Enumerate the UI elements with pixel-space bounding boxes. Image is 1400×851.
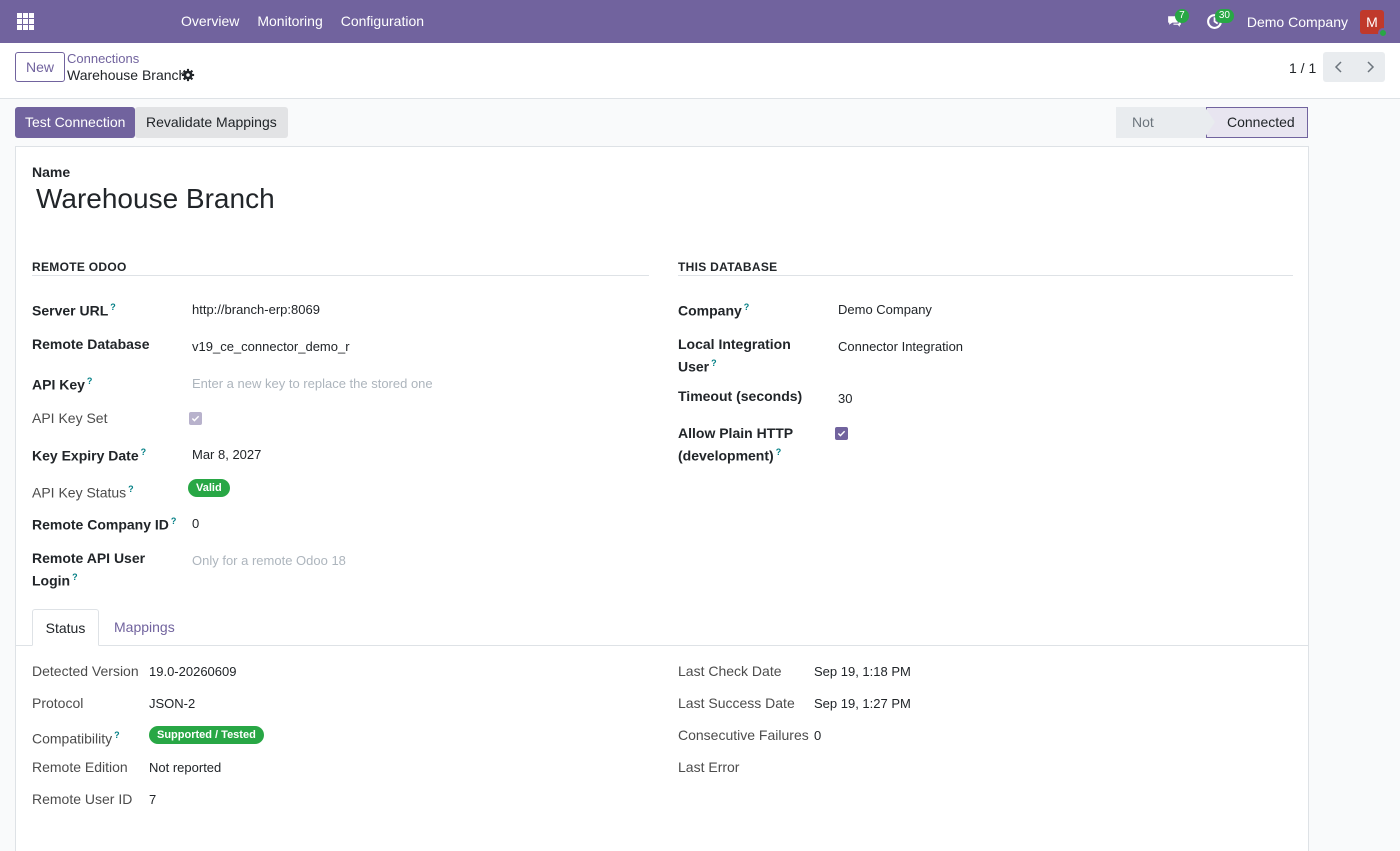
remote-edition-label: Remote Edition	[32, 759, 128, 775]
notebook-tabs-divider	[16, 645, 1308, 646]
pager-next-button[interactable]	[1354, 52, 1385, 82]
pager-value[interactable]: 1 / 1	[1289, 60, 1316, 76]
breadcrumb-connections[interactable]: Connections	[67, 51, 139, 66]
allow-plain-http-label: Allow Plain HTTP (development)?	[678, 425, 794, 464]
presence-indicator	[1378, 27, 1388, 38]
local-integration-user-label: Local Integration User?	[678, 336, 791, 375]
key-expiry-date-field[interactable]: Mar 8, 2027	[192, 445, 261, 464]
check-icon	[191, 415, 200, 422]
remote-user-id-value: 7	[149, 792, 157, 807]
company-field[interactable]: Demo Company	[838, 300, 932, 319]
this-database-section-title: THIS DATABASE	[678, 260, 778, 274]
breadcrumb-current-record: Warehouse Branch	[67, 67, 187, 83]
api-key-input[interactable]: Enter a new key to replace the stored on…	[192, 374, 433, 393]
remote-database-field[interactable]: v19_ce_connector_demo_r	[192, 337, 350, 356]
last-error-label: Last Error	[678, 759, 740, 775]
allow-plain-http-checkbox[interactable]	[835, 427, 848, 440]
name-field[interactable]: Warehouse Branch	[36, 183, 275, 215]
test-connection-button[interactable]: Test Connection	[15, 107, 136, 138]
form-sheet: Name Warehouse Branch REMOTE ODOO Server…	[15, 146, 1309, 851]
consecutive-failures-value: 0	[814, 728, 822, 743]
remote-company-id-field[interactable]: 0	[192, 514, 199, 533]
activities-button[interactable]: 30	[1195, 0, 1235, 43]
help-tooltip-icon[interactable]: ?	[141, 447, 147, 457]
api-key-status-badge: Valid	[188, 479, 230, 497]
top-navbar: Overview Monitoring Configuration 7 30 D…	[0, 0, 1400, 43]
name-label: Name	[32, 164, 71, 180]
menu-overview[interactable]: Overview	[172, 0, 248, 43]
consecutive-failures-label: Consecutive Failures	[678, 727, 809, 743]
app-menu-icon[interactable]	[17, 13, 34, 30]
remote-company-id-label: Remote Company ID?	[32, 516, 177, 533]
key-expiry-date-label: Key Expiry Date?	[32, 447, 147, 464]
help-tooltip-icon[interactable]: ?	[171, 516, 177, 526]
company-label: Company?	[678, 302, 750, 319]
timeout-field[interactable]: 30	[838, 389, 852, 408]
timeout-label: Timeout (seconds)	[678, 388, 803, 404]
help-tooltip-icon[interactable]: ?	[744, 302, 750, 312]
chevron-right-icon	[1366, 61, 1374, 73]
help-tooltip-icon[interactable]: ?	[776, 447, 782, 457]
last-success-date-value: Sep 19, 1:27 PM	[814, 696, 911, 711]
last-check-date-label: Last Check Date	[678, 663, 782, 679]
menu-configuration[interactable]: Configuration	[332, 0, 433, 43]
help-tooltip-icon[interactable]: ?	[110, 302, 116, 312]
new-button[interactable]: New	[15, 52, 66, 82]
compatibility-badge: Supported / Tested	[149, 726, 264, 744]
gear-icon[interactable]	[181, 68, 195, 82]
protocol-value: JSON-2	[149, 696, 196, 711]
last-success-date-label: Last Success Date	[678, 695, 795, 711]
stage-arrow-divider	[1205, 107, 1215, 137]
api-key-label: API Key?	[32, 376, 93, 393]
api-key-set-label: API Key Set	[32, 410, 108, 426]
revalidate-mappings-button[interactable]: Revalidate Mappings	[135, 107, 288, 138]
main-menu: Overview Monitoring Configuration	[172, 0, 433, 43]
menu-monitoring[interactable]: Monitoring	[248, 0, 331, 43]
api-key-status-label: API Key Status?	[32, 484, 134, 501]
activities-count-badge: 30	[1214, 9, 1234, 23]
help-tooltip-icon[interactable]: ?	[114, 730, 120, 740]
help-tooltip-icon[interactable]: ?	[87, 376, 93, 386]
stage-not-tested[interactable]: Not Tested	[1116, 107, 1206, 161]
company-switcher[interactable]: Demo Company	[1247, 14, 1348, 30]
help-tooltip-icon[interactable]: ?	[72, 572, 78, 582]
systray: 7 30 Demo Company M	[1155, 0, 1400, 43]
tab-status[interactable]: Status	[32, 609, 99, 646]
remote-odoo-section-title: REMOTE ODOO	[32, 260, 127, 274]
protocol-label: Protocol	[32, 695, 84, 711]
remote-database-label: Remote Database	[32, 336, 150, 352]
check-icon	[837, 430, 846, 437]
chevron-left-icon	[1334, 61, 1342, 73]
user-avatar[interactable]: M	[1360, 9, 1388, 38]
detected-version-label: Detected Version	[32, 663, 139, 679]
detected-version-value: 19.0-20260609	[149, 664, 237, 679]
compatibility-label: Compatibility?	[32, 730, 120, 747]
local-section-divider	[678, 275, 1293, 276]
remote-edition-value: Not reported	[149, 760, 222, 775]
control-panel: New Connections Warehouse Branch 1 / 1	[0, 43, 1400, 99]
stage-connected[interactable]: Connected	[1206, 107, 1308, 138]
server-url-label: Server URL?	[32, 302, 116, 319]
remote-api-user-login-label: Remote API User Login?	[32, 550, 146, 589]
remote-section-divider	[32, 275, 649, 276]
avatar-letter: M	[1366, 13, 1378, 30]
pager-previous-button[interactable]	[1323, 52, 1354, 82]
api-key-set-checkbox	[189, 412, 202, 425]
messages-count-badge: 7	[1174, 9, 1189, 23]
remote-user-id-label: Remote User ID	[32, 791, 133, 807]
help-tooltip-icon[interactable]: ?	[128, 484, 134, 494]
server-url-field[interactable]: http://branch-erp:8069	[192, 300, 320, 319]
local-integration-user-field[interactable]: Connector Integration	[838, 337, 963, 356]
last-check-date-value: Sep 19, 1:18 PM	[814, 664, 911, 679]
help-tooltip-icon[interactable]: ?	[711, 358, 717, 368]
remote-api-user-login-input[interactable]: Only for a remote Odoo 18	[192, 551, 346, 570]
messages-button[interactable]: 7	[1155, 0, 1195, 43]
tab-mappings[interactable]: Mappings	[114, 609, 175, 646]
